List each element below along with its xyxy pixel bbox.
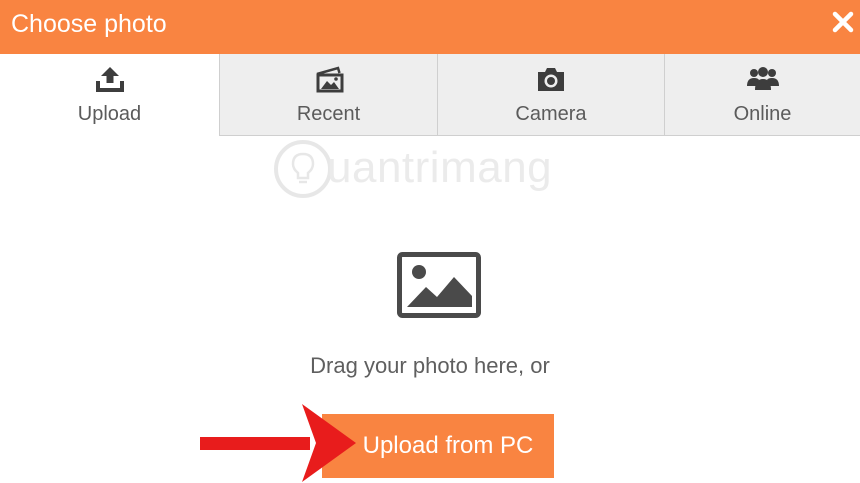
camera-icon [538,68,564,91]
red-arrow-icon [200,404,356,482]
watermark-text: uantrimang [327,143,553,192]
tab-camera[interactable]: Camera [437,54,664,136]
upload-icon [95,67,124,92]
watermark: uantrimang [272,138,602,200]
tab-recent-label: Recent [296,103,361,125]
tab-camera-label: Camera [515,103,587,125]
tab-recent[interactable]: Recent [219,54,437,136]
source-tabs: Upload Recent Camera Online [0,54,860,136]
tab-online[interactable]: Online [664,54,860,136]
dialog-title: Choose photo [11,10,167,38]
tab-upload[interactable]: Upload [0,54,219,136]
close-icon [832,11,854,33]
choose-photo-dialog: Choose photo Upload Recent Camera Online… [0,0,860,483]
upload-button-label: Upload from PC [362,432,534,459]
recent-photos-icon [316,66,343,93]
dialog-titlebar: Choose photo [0,0,860,54]
image-placeholder-icon [397,252,481,318]
close-button[interactable] [832,10,854,34]
drag-instruction: Drag your photo here, or [310,353,550,378]
online-users-icon [746,67,779,90]
lightbulb-logo-icon [274,140,332,198]
tab-online-label: Online [733,103,792,125]
tab-upload-label: Upload [77,103,142,125]
